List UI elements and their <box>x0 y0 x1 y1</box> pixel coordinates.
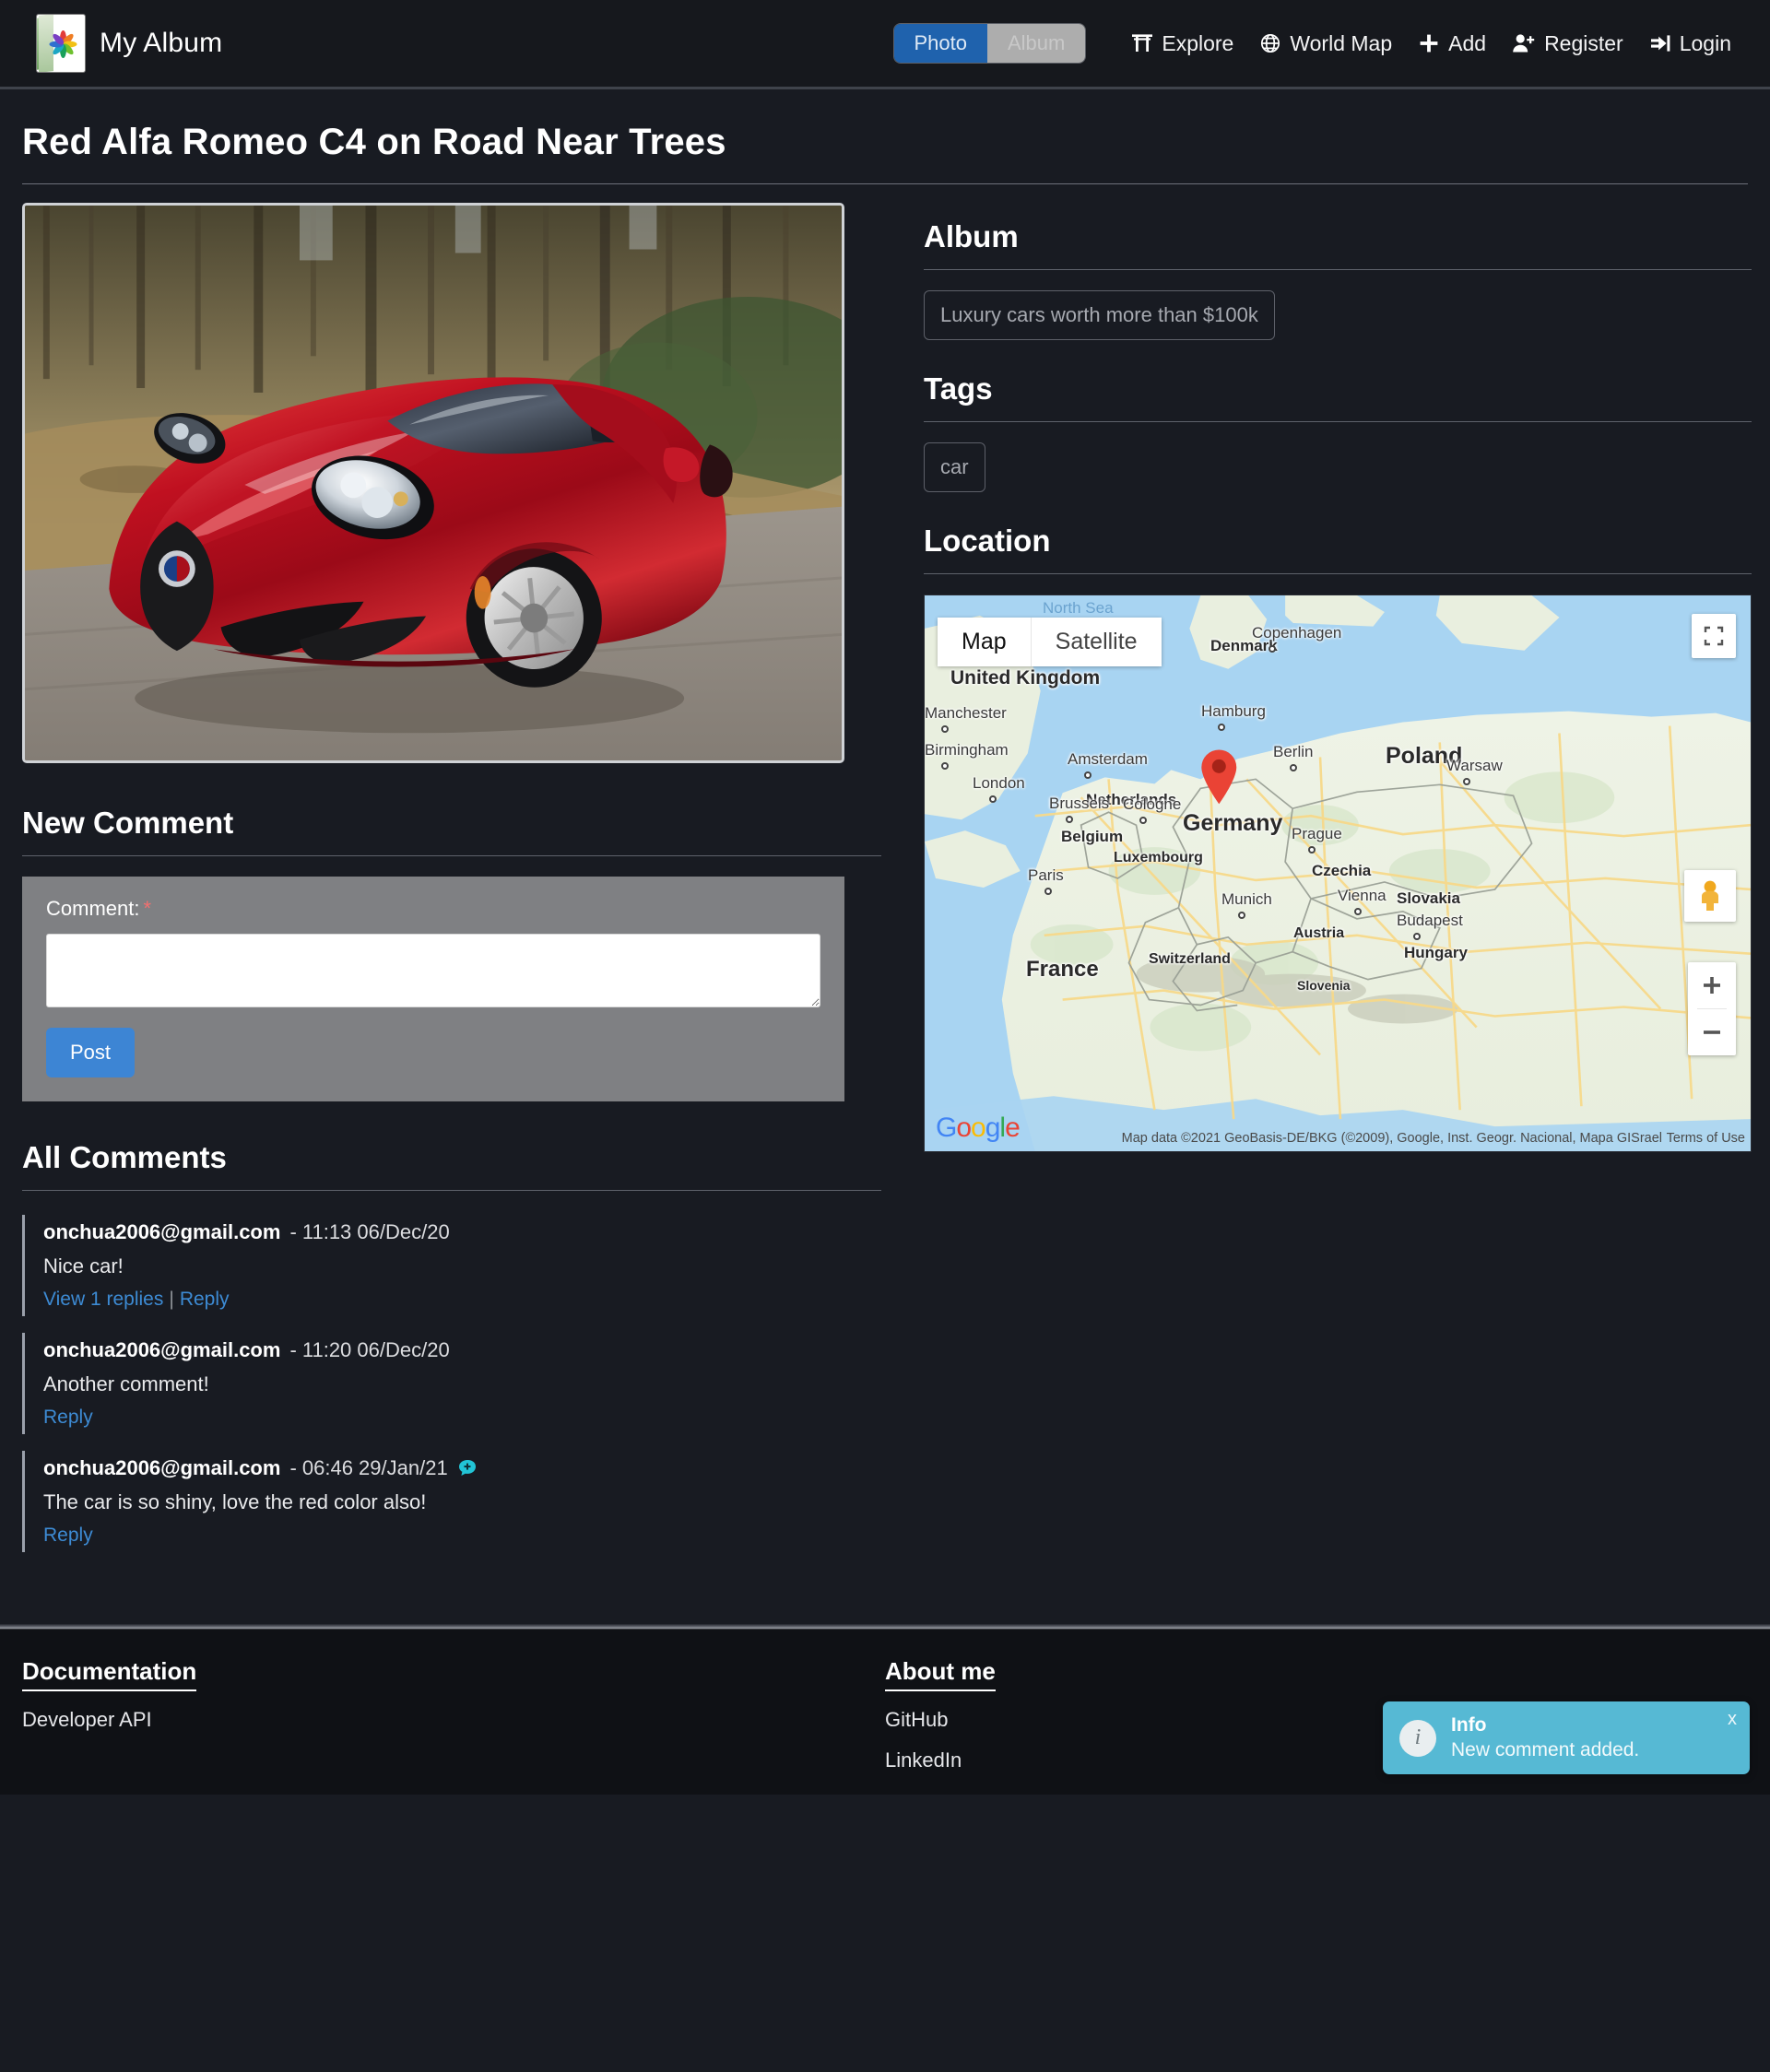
globe-icon <box>1259 32 1281 54</box>
nav-login-label: Login <box>1679 30 1731 55</box>
map-attribution: Map data ©2021 GeoBasis-DE/BKG (©2009), … <box>1121 1131 1662 1146</box>
nav-world-map-label: World Map <box>1290 30 1393 55</box>
map-type-satellite-button[interactable]: Satellite <box>1031 618 1162 666</box>
album-logo-icon <box>37 15 85 72</box>
comment-actions: Reply <box>43 1407 881 1429</box>
map-zoom-control <box>1688 962 1736 1055</box>
comment-author: onchua2006@gmail.com <box>43 1338 281 1361</box>
toggle-photo-button[interactable]: Photo <box>893 24 987 63</box>
street-view-pegman-button[interactable] <box>1684 870 1736 922</box>
all-comments-heading: All Comments <box>22 1140 227 1174</box>
info-toast: i Info New comment added. x <box>1383 1701 1750 1774</box>
comment-timestamp: - 11:20 06/Dec/20 <box>289 1338 450 1361</box>
required-asterisk: * <box>143 897 152 920</box>
sign-in-icon <box>1649 32 1671 54</box>
page-footer: Documentation Developer API About me Git… <box>0 1630 1770 1795</box>
comment-timestamp: - 11:13 06/Dec/20 <box>289 1220 450 1243</box>
page-content: Red Alfa Romeo C4 on Road Near Trees New… <box>0 122 1770 1569</box>
new-comment-heading: New Comment <box>22 806 234 840</box>
nav-explore-link[interactable]: Explore <box>1118 26 1246 62</box>
comments-list: onchua2006@gmail.com - 11:13 06/Dec/20 Nic… <box>22 1215 881 1552</box>
comment-actions: Reply <box>43 1525 881 1547</box>
comment-item: onchua2006@gmail.com - 06:46 29/Jan/21 The… <box>22 1451 881 1552</box>
reply-link[interactable]: Reply <box>43 1525 93 1546</box>
action-separator: | <box>169 1289 174 1310</box>
location-map[interactable]: North Sea United Kingdom Denmark Netherland… <box>924 595 1752 1152</box>
brand-title: My Album <box>100 28 223 58</box>
album-divider <box>924 269 1752 270</box>
comment-header: onchua2006@gmail.com - 11:13 06/Dec/20 <box>43 1220 881 1244</box>
comment-actions: View 1 replies | Reply <box>43 1289 881 1311</box>
location-divider <box>924 573 1752 574</box>
location-heading: Location <box>924 524 1051 558</box>
comment-author: onchua2006@gmail.com <box>43 1220 281 1243</box>
footer-heading-documentation: Documentation <box>22 1657 197 1691</box>
nav-right-group: Photo Album Explore World Map Add Regist… <box>893 24 1745 63</box>
footer-link-developer-api[interactable]: Developer API <box>22 1708 885 1732</box>
new-comment-divider <box>22 855 881 856</box>
footer-column-documentation: Documentation Developer API <box>22 1657 885 1772</box>
brand-home-link[interactable]: My Album <box>37 15 222 72</box>
comment-text: The car is so shiny, love the red color … <box>43 1490 427 1513</box>
right-column: Album Luxury cars worth more than $100k … <box>924 184 1752 1152</box>
toast-close-button[interactable]: x <box>1728 1709 1737 1730</box>
comment-header: onchua2006@gmail.com - 11:20 06/Dec/20 <box>43 1338 881 1362</box>
nav-explore-label: Explore <box>1162 30 1234 55</box>
map-type-map-button[interactable]: Map <box>938 618 1031 666</box>
location-block: Location North Sea United Kingdom Denmar… <box>924 524 1752 1152</box>
plus-icon <box>1418 32 1440 54</box>
google-logo: Google <box>936 1113 1021 1143</box>
footer-heading-about-me: About me <box>885 1657 996 1691</box>
nav-world-map-link[interactable]: World Map <box>1246 26 1405 62</box>
map-zoom-out-button[interactable] <box>1688 1009 1736 1055</box>
comment-item: onchua2006@gmail.com - 11:20 06/Dec/20 Ano… <box>22 1333 881 1434</box>
view-replies-link[interactable]: View 1 replies <box>43 1289 163 1310</box>
map-zoom-in-button[interactable] <box>1688 962 1736 1008</box>
main-row: New Comment Comment: * Post All Comments … <box>22 184 1752 1569</box>
info-icon: i <box>1399 1719 1436 1757</box>
nav-register-link[interactable]: Register <box>1499 26 1636 62</box>
comment-text: Nice car! <box>43 1254 124 1277</box>
comment-field-label: Comment: * <box>46 897 820 921</box>
tags-heading: Tags <box>924 371 993 406</box>
reply-link[interactable]: Reply <box>43 1407 93 1428</box>
nav-register-label: Register <box>1544 30 1623 55</box>
all-comments-divider <box>22 1190 881 1191</box>
tags-block: Tags car <box>924 371 1752 492</box>
page-title: Red Alfa Romeo C4 on Road Near Trees <box>22 122 726 162</box>
map-terms-link[interactable]: Terms of Use <box>1667 1131 1745 1146</box>
tags-divider <box>924 421 1752 422</box>
photo-album-toggle: Photo Album <box>893 24 1086 63</box>
nav-add-link[interactable]: Add <box>1405 26 1499 62</box>
nav-login-link[interactable]: Login <box>1636 26 1744 62</box>
toast-message: New comment added. <box>1451 1739 1640 1760</box>
comment-timestamp: - 06:46 29/Jan/21 <box>289 1456 448 1479</box>
nav-add-label: Add <box>1448 30 1487 55</box>
toast-title: Info <box>1451 1714 1487 1736</box>
comment-label-text: Comment: <box>46 897 140 920</box>
album-heading: Album <box>924 219 1019 253</box>
toggle-album-button[interactable]: Album <box>987 24 1086 63</box>
album-block: Album Luxury cars worth more than $100k <box>924 219 1752 340</box>
map-fullscreen-button[interactable] <box>1692 614 1736 658</box>
comment-plus-icon <box>457 1458 478 1478</box>
torii-gate-icon <box>1131 32 1153 54</box>
left-column: New Comment Comment: * Post All Comments … <box>22 184 881 1569</box>
user-plus-icon <box>1512 32 1536 54</box>
comment-input[interactable] <box>46 934 820 1007</box>
tag-chip[interactable]: car <box>924 442 985 492</box>
comment-item: onchua2006@gmail.com - 11:13 06/Dec/20 Nic… <box>22 1215 881 1316</box>
new-comment-form: Comment: * Post <box>22 877 844 1101</box>
photo-image[interactable] <box>22 203 844 763</box>
reply-link[interactable]: Reply <box>180 1289 230 1310</box>
top-navbar: My Album Photo Album Explore World Map A… <box>0 0 1770 89</box>
album-chip[interactable]: Luxury cars worth more than $100k <box>924 290 1275 340</box>
comment-text: Another comment! <box>43 1372 209 1395</box>
comment-header: onchua2006@gmail.com - 06:46 29/Jan/21 <box>43 1456 881 1480</box>
comment-author: onchua2006@gmail.com <box>43 1456 281 1479</box>
map-type-control: Map Satellite <box>938 618 1162 666</box>
post-comment-button[interactable]: Post <box>46 1028 136 1077</box>
